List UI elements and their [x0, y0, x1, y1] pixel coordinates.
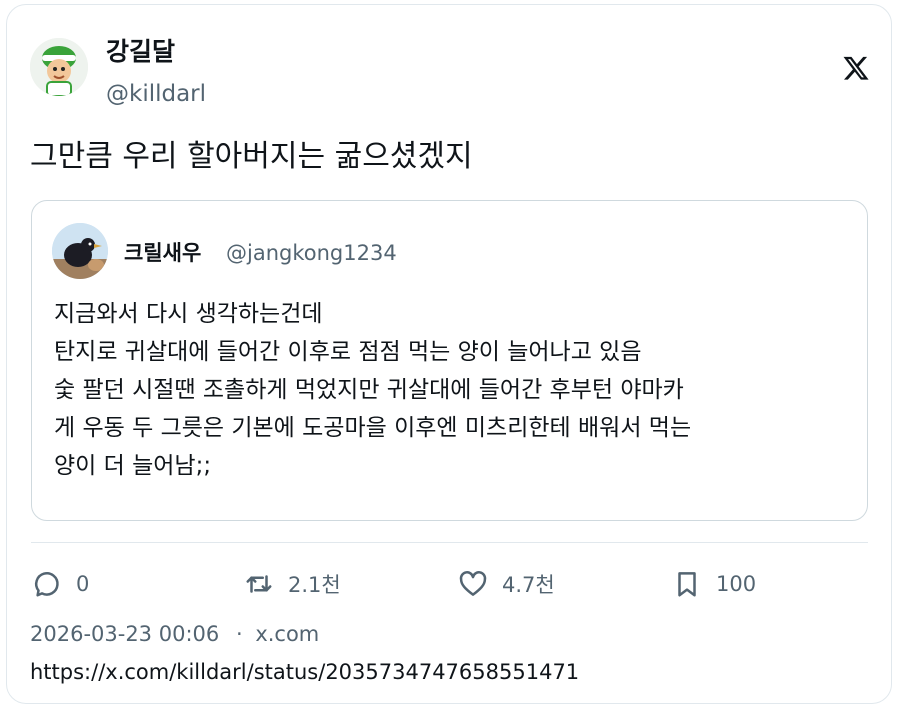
retweet-button[interactable]: 2.1천 — [244, 566, 341, 602]
quoted-text-line: 숯 팔던 시절땐 조촐하게 먹었지만 귀살대에 들어간 후부턴 야마카 — [54, 377, 684, 403]
like-button[interactable]: 4.7천 — [458, 566, 555, 602]
avatar[interactable] — [30, 38, 88, 96]
tweet-url[interactable]: https://x.com/killdarl/status/2035734747… — [30, 657, 579, 687]
reply-count: 0 — [76, 572, 90, 596]
quoted-handle[interactable]: @jangkong1234 — [226, 239, 397, 267]
reply-button[interactable]: 0 — [32, 566, 89, 602]
timestamp[interactable]: 2026-03-23 00:06 — [30, 622, 219, 646]
bookmark-icon — [678, 572, 696, 597]
tweet-text: 그만큼 우리 할아버지는 굶으셨겠지 — [30, 139, 473, 174]
quoted-avatar[interactable] — [52, 223, 108, 279]
quoted-text-line: 게 우동 두 그릇은 기본에 도공마을 이후엔 미츠리한테 배워서 먹는 — [54, 415, 692, 441]
quoted-avatar-image — [52, 223, 108, 279]
quoted-tweet[interactable]: 크릴새우 @jangkong1234 지금와서 다시 생각하는건데 탄지로 귀살… — [31, 200, 868, 521]
author-handle[interactable]: @killdarl — [106, 79, 206, 109]
quoted-display-name[interactable]: 크릴새우 — [124, 239, 201, 267]
timestamp-line: 2026-03-23 00:06 · x.com — [30, 619, 319, 649]
quoted-text-line: 탄지로 귀살대에 들어간 이후로 점점 먹는 양이 늘어나고 있음 — [54, 339, 642, 365]
bookmark-button[interactable]: 100 — [672, 566, 756, 602]
like-count: 4.7천 — [502, 573, 555, 597]
quoted-text: 지금와서 다시 생각하는건데 탄지로 귀살대에 들어간 이후로 점점 먹는 양이… — [54, 295, 854, 485]
bookmark-count: 100 — [716, 572, 757, 596]
quoted-text-line: 지금와서 다시 생각하는건데 — [54, 301, 323, 327]
heart-icon — [459, 571, 487, 596]
x-logo-icon[interactable] — [842, 54, 870, 82]
divider — [31, 542, 868, 543]
separator-dot: · — [235, 622, 243, 646]
avatar-image — [30, 38, 88, 96]
source-link[interactable]: x.com — [255, 622, 319, 646]
retweet-icon — [246, 575, 272, 593]
reply-icon — [35, 572, 59, 597]
retweet-count: 2.1천 — [288, 573, 341, 597]
author-display-name[interactable]: 강길달 — [106, 36, 175, 68]
quoted-text-line: 양이 더 늘어남;; — [54, 453, 212, 479]
